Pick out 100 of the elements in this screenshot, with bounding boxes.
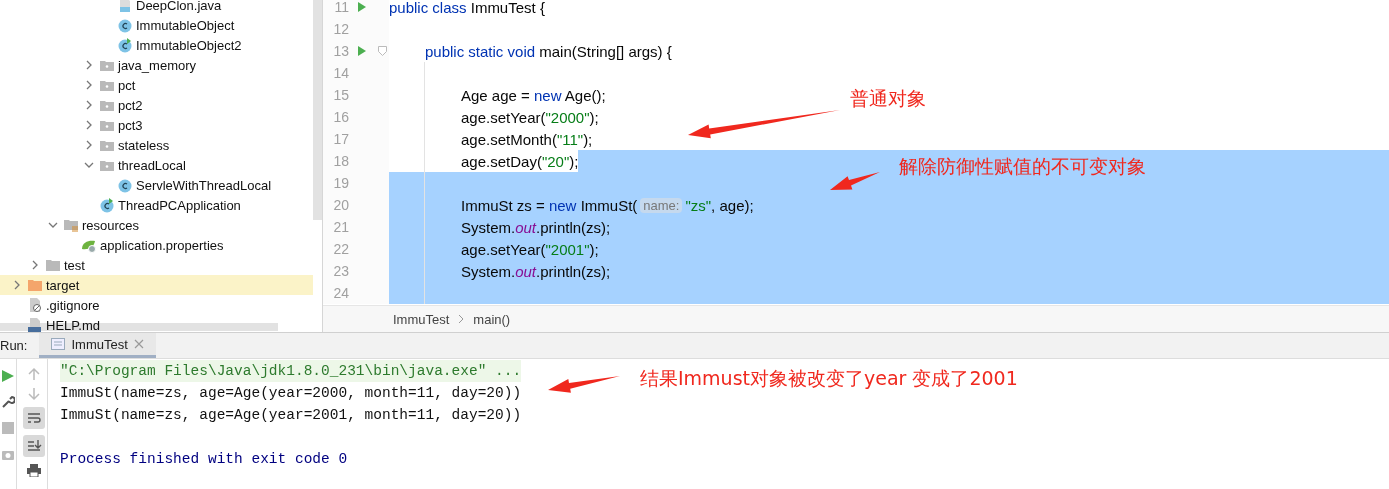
- tree-item-label: target: [46, 277, 80, 293]
- folder-icon: [63, 217, 79, 233]
- tree-item-label: pct3: [118, 117, 143, 133]
- line-number: 17: [332, 131, 349, 147]
- chevron-right-icon: [457, 314, 466, 324]
- run-icon[interactable]: [1, 369, 15, 383]
- run-icon[interactable]: [357, 1, 367, 13]
- tree-item[interactable]: application.properties: [0, 235, 313, 255]
- breadcrumb[interactable]: main(): [473, 311, 511, 327]
- code-token: Age();: [563, 86, 606, 104]
- annotation-text: 普通对象: [850, 86, 926, 111]
- line-number: 14: [332, 65, 349, 81]
- code-token: age.setMonth(: [461, 130, 557, 148]
- folder-icon: [45, 257, 61, 273]
- console-line: Process finished with exit code 0: [60, 451, 348, 467]
- window-icon: [51, 338, 66, 350]
- tree-item-label: threadLocal: [118, 157, 186, 173]
- tree-item[interactable]: pct: [0, 75, 313, 95]
- tree-item[interactable]: pct3: [0, 115, 313, 135]
- run-icon[interactable]: [357, 45, 367, 57]
- annotation-arrow: [548, 376, 620, 393]
- tree-item-label: application.properties: [100, 237, 224, 253]
- code-token: Age age =: [461, 86, 531, 104]
- tree-item-label: pct2: [118, 97, 143, 113]
- close-icon[interactable]: [133, 339, 144, 349]
- code-token: public class: [389, 0, 467, 16]
- print-icon[interactable]: [26, 463, 42, 477]
- class-icon: [99, 197, 115, 213]
- tree-item-label: stateless: [118, 137, 170, 153]
- tree-item[interactable]: test: [0, 255, 313, 275]
- code-token: age.setYear(: [461, 108, 546, 126]
- console-line: ImmuSt(name=zs, age=Age(year=2001, month=11, day=20)): [60, 407, 522, 423]
- code-token: out: [515, 262, 537, 280]
- wrap-icon[interactable]: [23, 407, 45, 429]
- parameter-hint: name:: [640, 197, 683, 213]
- tree-item[interactable]: ImmutableObject: [0, 15, 313, 35]
- code-token: );: [589, 240, 599, 258]
- code-token: public static void: [425, 42, 536, 60]
- tree-item[interactable]: threadLocal: [0, 155, 313, 175]
- console-line: ImmuSt(name=zs, age=Age(year=2000, month=11, day=20)): [60, 385, 522, 401]
- tree-item[interactable]: ServleWithThreadLocal: [0, 175, 313, 195]
- annotation-arrow: [830, 172, 880, 190]
- tree-item[interactable]: java_memory: [0, 55, 313, 75]
- tree-item[interactable]: ImmutableObject2: [0, 35, 313, 55]
- tree-item[interactable]: target: [0, 275, 313, 295]
- code-token: "20": [541, 152, 570, 170]
- line-number: 23: [332, 263, 349, 279]
- code-token: new: [534, 86, 562, 104]
- code-token: ImmuTest {: [469, 0, 545, 16]
- line-number: 20: [332, 197, 349, 213]
- tree-item-label: java_memory: [118, 57, 197, 73]
- code-token: .println(zs);: [536, 262, 611, 280]
- tree-item-label: ImmutableObject: [136, 17, 235, 33]
- code-token: out: [515, 218, 537, 236]
- tree-item[interactable]: resources: [0, 215, 313, 235]
- code-token: System.: [461, 262, 516, 280]
- wrench-icon[interactable]: [1, 395, 15, 409]
- tree-item[interactable]: ThreadPCApplication: [0, 195, 313, 215]
- breadcrumb[interactable]: ImmuTest: [393, 311, 450, 327]
- code-token: );: [583, 130, 593, 148]
- file-icon: [117, 0, 133, 13]
- tree-item-label: HELP.md: [46, 317, 100, 332]
- class-icon: [117, 37, 133, 53]
- tree-item[interactable]: .gitignore: [0, 295, 313, 315]
- line-number: 24: [332, 285, 349, 301]
- code-token: ImmuSt(: [579, 196, 638, 214]
- scroll-to-end-icon[interactable]: [23, 435, 45, 457]
- code-token: "11": [556, 130, 584, 148]
- line-number: 12: [332, 21, 349, 37]
- chevron-down-icon[interactable]: [84, 160, 94, 170]
- tree-item[interactable]: pct2: [0, 95, 313, 115]
- line-number: 21: [332, 219, 349, 235]
- line-number: 19: [332, 175, 349, 191]
- code-token: ImmuSt zs =: [461, 196, 546, 214]
- code-token: "2000": [545, 108, 590, 126]
- tree-item[interactable]: HELP.md: [0, 315, 313, 332]
- tree-item[interactable]: DeepClon.java: [0, 0, 313, 15]
- code-token: main(String[] args) {: [538, 42, 672, 60]
- panel-label: Run:: [0, 337, 29, 355]
- file-icon: [27, 297, 43, 313]
- code-token: "2001": [545, 240, 590, 258]
- run-tab[interactable]: ImmuTest: [39, 333, 156, 358]
- scrollbar[interactable]: [313, 0, 322, 220]
- scrollbar[interactable]: [0, 323, 278, 331]
- code-token: age.setYear(: [461, 240, 546, 258]
- line-number: 22: [332, 241, 349, 257]
- code-token: );: [589, 108, 599, 126]
- code-token: .println(zs);: [536, 218, 611, 236]
- tree-item-label: resources: [82, 217, 140, 233]
- tree-item-label: DeepClon.java: [136, 0, 222, 13]
- code-token: age.setDay(: [461, 152, 542, 170]
- code-token: new: [548, 196, 577, 214]
- code-token: , age);: [711, 196, 754, 214]
- line-number: 13: [332, 43, 349, 59]
- tree-item-label: test: [64, 257, 85, 273]
- line-number: 18: [332, 153, 349, 169]
- tree-item[interactable]: stateless: [0, 135, 313, 155]
- line-number: 16: [332, 109, 349, 125]
- folder-icon: [27, 277, 43, 293]
- chevron-down-icon[interactable]: [48, 220, 58, 230]
